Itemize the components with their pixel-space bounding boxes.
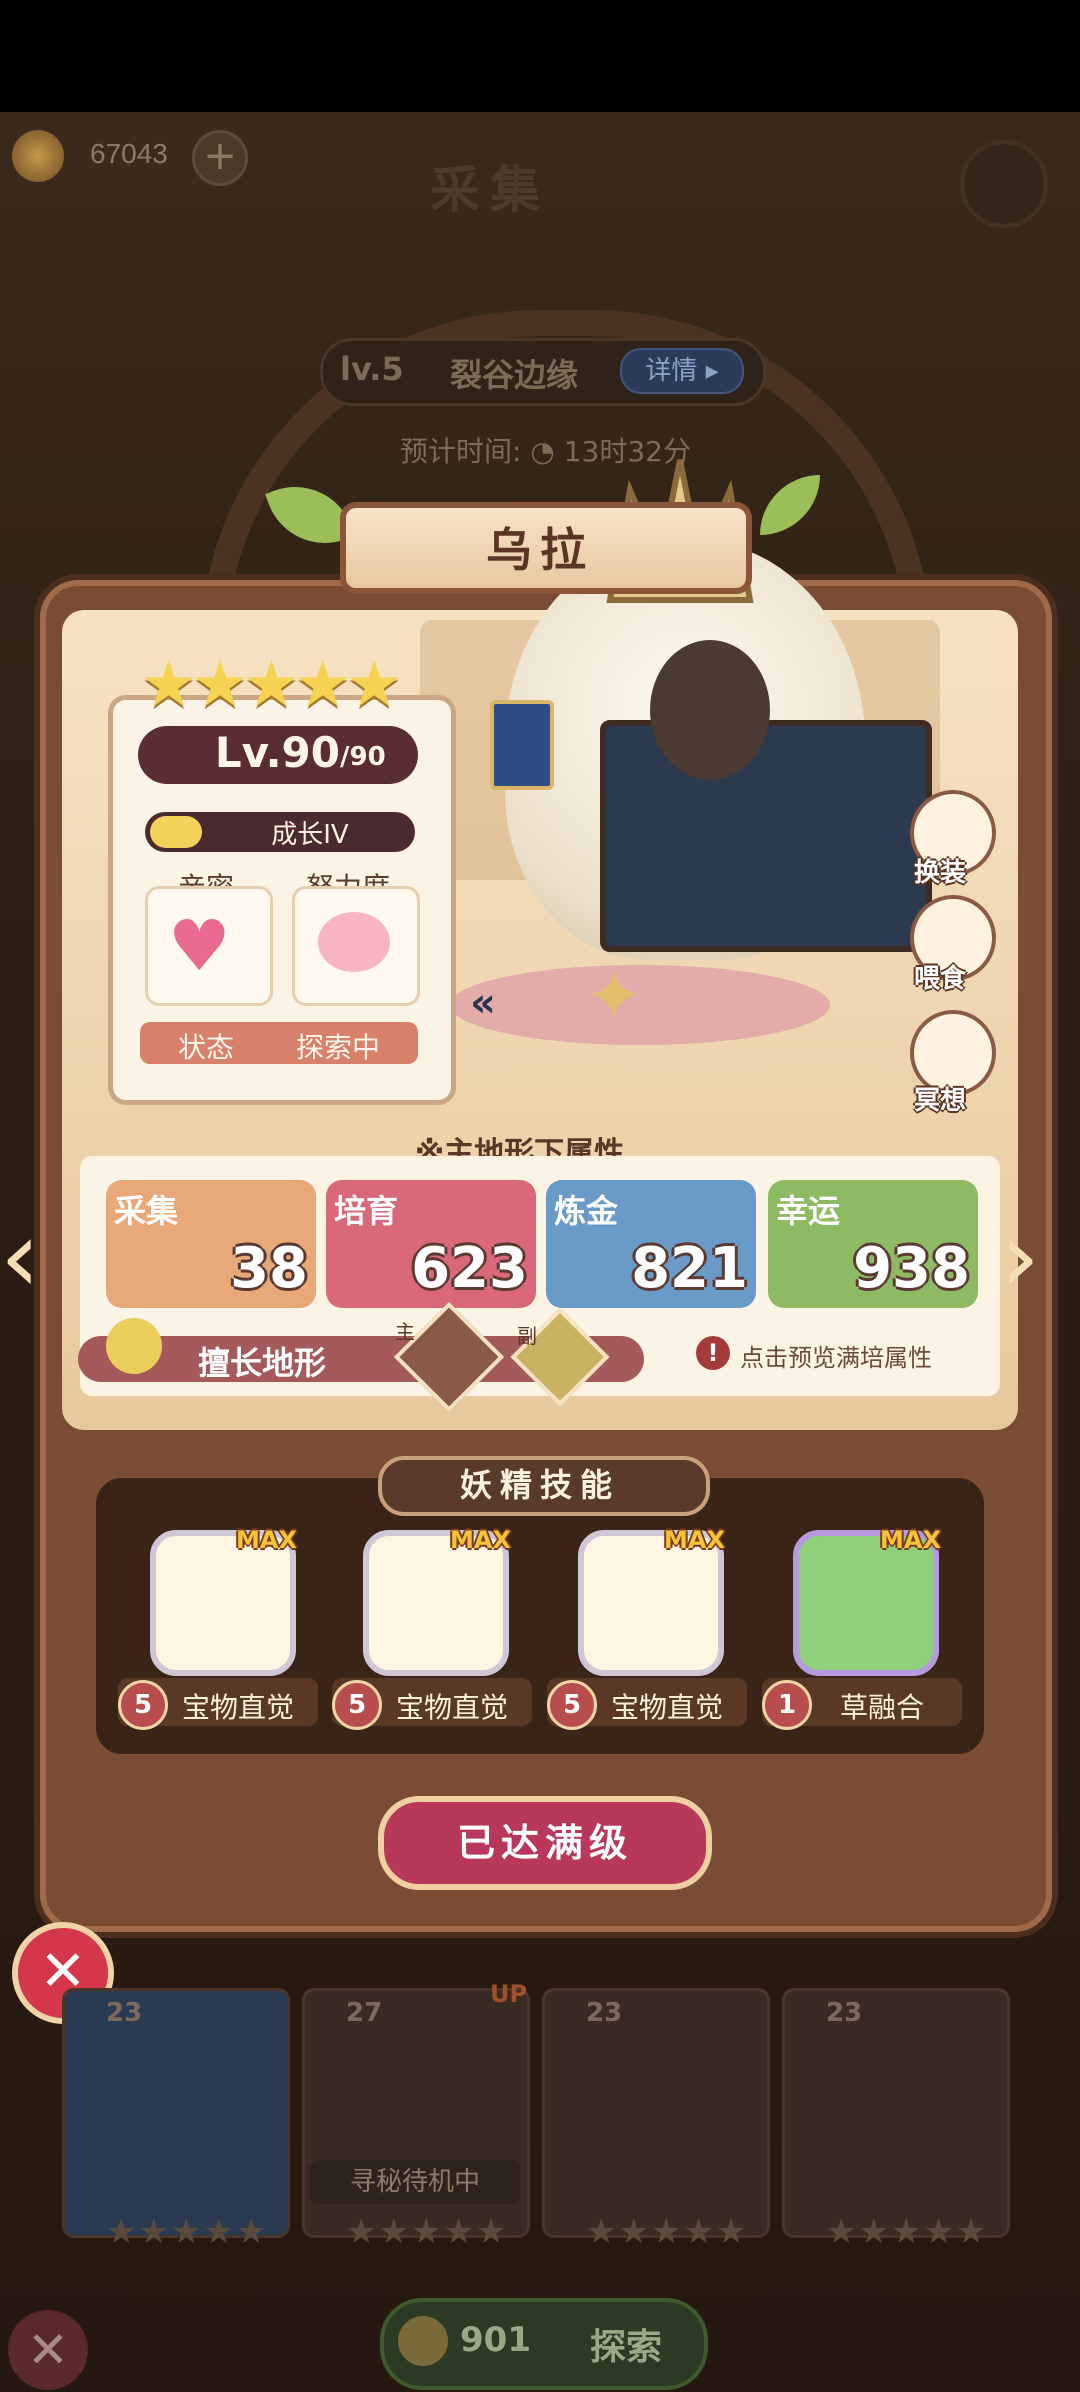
location-name: 裂谷边缘 <box>450 356 579 394</box>
fairy-card-stars: ★★★★★ <box>346 2212 509 2252</box>
level-max: /90 <box>340 742 386 772</box>
fairy-card-stars: ★★★★★ <box>826 2212 989 2252</box>
up-badge: UP <box>490 1980 528 2008</box>
skill-level-badge: 5 <box>118 1680 168 1730</box>
dress-up-label: 换装 <box>914 858 967 888</box>
level-value: Lv.90 <box>214 728 340 777</box>
top-right-icon-button[interactable] <box>960 140 1048 228</box>
explore-label: 探索 <box>590 2327 663 2368</box>
close-icon[interactable]: ✕ <box>8 2310 88 2390</box>
fairy-card-level: 23 <box>106 1998 143 2028</box>
status-value: 探索中 <box>296 1031 381 1064</box>
fairy-card-level: 27 <box>346 1998 383 2028</box>
star-rating: ★★★★★ <box>140 648 403 722</box>
stat-gather-label: 采集 <box>114 1192 179 1230</box>
status-label: 状态 <box>178 1031 235 1064</box>
growth-label: 成长IV <box>271 820 349 850</box>
next-fairy-arrow-icon[interactable]: › <box>1000 1198 1040 1315</box>
terrain-label: 擅长地形 <box>198 1344 327 1382</box>
sparkle-icon: ✦ <box>585 955 644 1037</box>
fairy-card-stars: ★★★★★ <box>586 2212 749 2252</box>
sub-terrain-tag: 副 <box>517 1324 537 1348</box>
meditate-label: 冥想 <box>914 1086 967 1116</box>
heart-icon: ♥ <box>168 905 231 987</box>
fairy-card[interactable] <box>62 1988 290 2238</box>
prev-fairy-arrow-icon[interactable]: ‹ <box>0 1198 40 1315</box>
fairy-card-level: 23 <box>826 1998 863 2028</box>
add-coins-button[interactable]: + <box>192 130 248 186</box>
skill-level-badge: 1 <box>762 1680 812 1730</box>
clock-icon: ◔ <box>530 435 555 468</box>
skill-max-tag: MAX <box>880 1526 941 1554</box>
location-level: lv.5 <box>340 350 404 388</box>
stat-nurture-value: 623 <box>411 1236 528 1301</box>
location-detail-button[interactable]: 详情 ▸ <box>620 348 744 394</box>
fairy-face <box>650 640 770 780</box>
skill-level-badge: 5 <box>547 1680 597 1730</box>
chevron-left-icon[interactable]: « <box>470 980 496 1026</box>
smile-face-icon <box>318 912 390 972</box>
tarot-card-icon <box>490 700 554 790</box>
detail-label: 详情 <box>645 356 698 386</box>
skill-name: 宝物直觉 <box>182 1691 295 1724</box>
fairy-card-level: 23 <box>586 1998 623 2028</box>
terrain-sprout-icon <box>106 1318 162 1374</box>
fairy-chest <box>600 720 932 952</box>
explore-coin-icon <box>398 2316 448 2366</box>
skill-max-tag: MAX <box>450 1526 511 1554</box>
skill-name: 草融合 <box>840 1691 925 1724</box>
skill-name: 宝物直觉 <box>396 1691 509 1724</box>
max-level-label: 已达满级 <box>456 1821 633 1865</box>
feed-label: 喂食 <box>914 964 967 994</box>
growth-bar-fill <box>150 816 202 848</box>
skill-name: 宝物直觉 <box>611 1691 724 1724</box>
fairy-name: 乌拉 <box>486 523 594 577</box>
fairy-card[interactable] <box>782 1988 1010 2238</box>
fairy-card-stars: ★★★★★ <box>106 2212 269 2252</box>
stat-luck-label: 幸运 <box>776 1192 841 1230</box>
main-terrain-tag: 主 <box>395 1320 415 1344</box>
explore-cost: 901 <box>460 2320 531 2360</box>
stat-nurture-label: 培育 <box>334 1192 399 1230</box>
stat-alchemy-label: 炼金 <box>554 1192 619 1230</box>
skill-max-tag: MAX <box>664 1526 725 1554</box>
coin-value: 67043 <box>90 138 168 169</box>
eta-label: 预计时间: <box>400 435 522 468</box>
warning-icon: ! <box>696 1336 730 1370</box>
coin-icon <box>12 130 64 182</box>
skill-max-tag: MAX <box>236 1526 297 1554</box>
skill-level-badge: 5 <box>332 1680 382 1730</box>
stat-alchemy-value: 821 <box>631 1236 748 1301</box>
seek-status-label: 寻秘待机中 <box>310 2160 520 2204</box>
skills-title: 妖精技能 <box>459 1466 620 1504</box>
stat-luck-value: 938 <box>853 1236 970 1301</box>
preview-max-link[interactable]: 点击预览满培属性 <box>740 1338 932 1373</box>
fairy-card[interactable] <box>542 1988 770 2238</box>
page-title: 采集 <box>430 161 550 219</box>
stat-gather-value: 38 <box>230 1236 308 1301</box>
